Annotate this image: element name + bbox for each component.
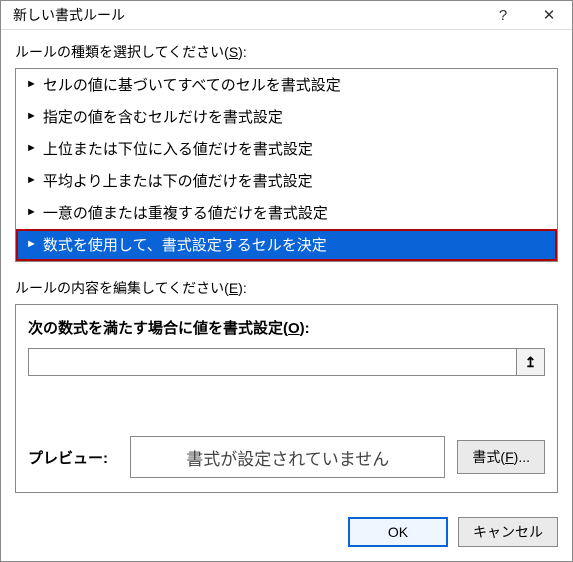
rule-type-item-label: セルの値に基づいてすべてのセルを書式設定 <box>43 74 341 95</box>
dialog-content: ルールの種類を選択してください(S): ► セルの値に基づいてすべてのセルを書式設… <box>1 30 572 507</box>
titlebar-buttons: ? ✕ <box>480 1 572 29</box>
dialog-footer: OK キャンセル <box>1 507 572 561</box>
cancel-button[interactable]: キャンセル <box>458 517 558 547</box>
pointer-icon: ► <box>26 207 37 218</box>
rule-type-item[interactable]: ► 一意の値または重複する値だけを書式設定 <box>16 197 557 229</box>
formula-label: 次の数式を満たす場合に値を書式設定(O): <box>28 317 545 338</box>
close-icon: ✕ <box>543 6 556 24</box>
rule-type-item[interactable]: ► 数式を使用して、書式設定するセルを決定 <box>16 229 557 261</box>
pointer-icon: ► <box>26 79 37 90</box>
pointer-icon: ► <box>26 175 37 186</box>
rule-type-list[interactable]: ► セルの値に基づいてすべてのセルを書式設定 ► 指定の値を含むセルだけを書式設定 ► 上… <box>15 68 558 262</box>
dialog-title: 新しい書式ルール <box>13 5 480 25</box>
close-button[interactable]: ✕ <box>526 1 572 29</box>
help-button[interactable]: ? <box>480 1 526 29</box>
format-button[interactable]: 書式(F)... <box>457 440 545 474</box>
range-picker-button[interactable]: ↥ <box>517 348 545 376</box>
range-picker-icon: ↥ <box>525 354 537 371</box>
pointer-icon: ► <box>26 239 37 250</box>
rule-edit-label: ルールの内容を編集してください(E): <box>15 278 558 298</box>
rule-type-item-label: 上位または下位に入る値だけを書式設定 <box>43 138 313 159</box>
preview-row: プレビュー: 書式が設定されていません 書式(F)... <box>28 436 545 478</box>
pointer-icon: ► <box>26 143 37 154</box>
rule-type-item[interactable]: ► 平均より上または下の値だけを書式設定 <box>16 165 557 197</box>
rule-type-item[interactable]: ► 指定の値を含むセルだけを書式設定 <box>16 101 557 133</box>
preview-box: 書式が設定されていません <box>130 436 445 478</box>
help-icon: ? <box>499 7 507 24</box>
rule-type-label: ルールの種類を選択してください(S): <box>15 42 558 62</box>
ok-button[interactable]: OK <box>348 517 448 547</box>
rule-type-item[interactable]: ► 上位または下位に入る値だけを書式設定 <box>16 133 557 165</box>
rule-type-item-label: 一意の値または重複する値だけを書式設定 <box>43 202 328 223</box>
rule-type-item-label: 指定の値を含むセルだけを書式設定 <box>43 106 283 127</box>
formula-input[interactable] <box>28 348 517 376</box>
dialog-window: 新しい書式ルール ? ✕ ルールの種類を選択してください(S): ► セルの値に基… <box>0 0 573 562</box>
rule-type-item-label: 平均より上または下の値だけを書式設定 <box>43 170 313 191</box>
pointer-icon: ► <box>26 111 37 122</box>
preview-label: プレビュー: <box>28 447 118 468</box>
rule-type-item[interactable]: ► セルの値に基づいてすべてのセルを書式設定 <box>16 69 557 101</box>
titlebar: 新しい書式ルール ? ✕ <box>1 1 572 30</box>
rule-edit-panel: 次の数式を満たす場合に値を書式設定(O): ↥ プレビュー: 書式が設定されてい… <box>15 304 558 493</box>
rule-type-item-label: 数式を使用して、書式設定するセルを決定 <box>43 234 327 255</box>
formula-row: ↥ <box>28 348 545 376</box>
